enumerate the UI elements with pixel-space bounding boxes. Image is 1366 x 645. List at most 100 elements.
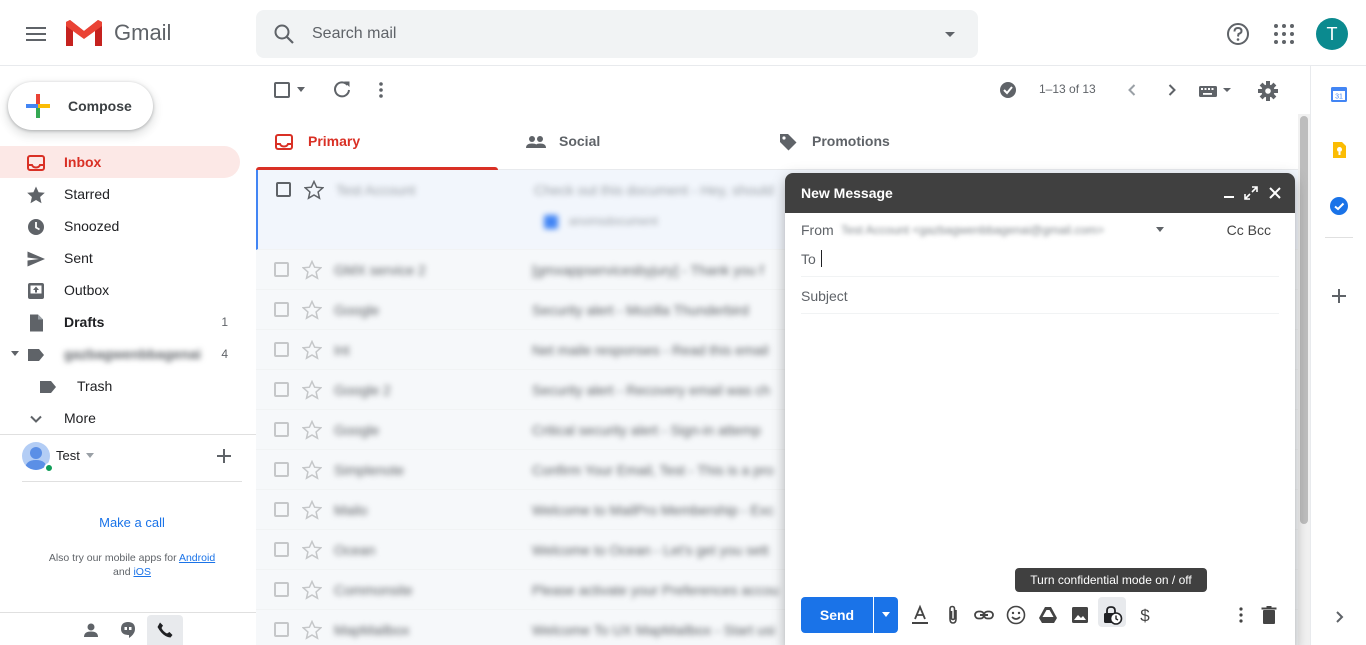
email-subject: [gmxappservicesbyjury] - Thank you f xyxy=(532,262,764,278)
row-checkbox[interactable] xyxy=(274,622,289,637)
star-outline-icon[interactable] xyxy=(302,380,322,400)
star-outline-icon[interactable] xyxy=(302,460,322,480)
tab-promotions[interactable]: Promotions xyxy=(760,114,1002,170)
emoji-icon[interactable] xyxy=(1005,604,1027,626)
sidebar-item-label: Inbox xyxy=(64,154,102,170)
gmail-logo[interactable]: Gmail xyxy=(64,18,171,48)
phone-icon[interactable] xyxy=(156,621,174,639)
star-outline-icon[interactable] xyxy=(302,340,322,360)
hangouts-icon[interactable] xyxy=(119,621,137,639)
chevron-right-icon[interactable] xyxy=(1162,80,1182,100)
sidebar-item-label: gazbagwenbbagenai xyxy=(64,346,201,362)
from-dropdown-icon[interactable] xyxy=(1155,227,1165,233)
sidebar-item-outbox[interactable]: Outbox xyxy=(0,274,240,306)
tab-primary[interactable]: Primary xyxy=(256,114,498,170)
sidebar-item-more[interactable]: More xyxy=(0,402,240,434)
star-outline-icon[interactable] xyxy=(302,260,322,280)
message-body[interactable] xyxy=(801,315,1279,575)
formatting-icon[interactable] xyxy=(909,604,931,626)
more-options-icon[interactable] xyxy=(1230,604,1252,626)
search-input[interactable] xyxy=(312,10,912,58)
email-subject: Welcome to Ocean - Let's get you sett xyxy=(532,542,769,558)
attachment-chip[interactable]: anomsdocument xyxy=(543,210,683,236)
confidential-mode-icon[interactable] xyxy=(1101,604,1123,626)
row-checkbox[interactable] xyxy=(274,262,289,277)
sidebar-item-sent[interactable]: Sent xyxy=(0,242,240,274)
star-outline-icon[interactable] xyxy=(302,300,322,320)
email-sender: MapMailbox xyxy=(334,622,410,638)
refresh-icon[interactable] xyxy=(332,80,352,100)
row-checkbox[interactable] xyxy=(274,422,289,437)
minimize-icon[interactable] xyxy=(1221,185,1237,201)
sidebar-item-drafts[interactable]: Drafts 1 xyxy=(0,306,240,338)
calendar-icon[interactable]: 31 xyxy=(1329,84,1349,104)
attach-file-icon[interactable] xyxy=(942,604,964,626)
hangouts-user[interactable]: Test xyxy=(22,442,242,482)
keyboard-icon[interactable] xyxy=(1198,82,1234,100)
star-outline-icon[interactable] xyxy=(302,540,322,560)
sidebar-item-trash[interactable]: Trash xyxy=(0,370,240,402)
row-checkbox[interactable] xyxy=(274,302,289,317)
main-menu-button[interactable] xyxy=(20,18,52,50)
row-checkbox[interactable] xyxy=(274,502,289,517)
row-checkbox[interactable] xyxy=(274,382,289,397)
insert-photo-icon[interactable] xyxy=(1069,604,1091,626)
more-vert-icon[interactable] xyxy=(373,80,389,100)
make-a-call-link[interactable]: Make a call xyxy=(0,515,264,530)
close-icon[interactable] xyxy=(1267,185,1283,201)
search-options-icon[interactable] xyxy=(940,24,960,44)
select-options-icon[interactable] xyxy=(296,87,306,93)
contacts-icon[interactable] xyxy=(82,621,100,639)
caret-down-icon[interactable] xyxy=(86,453,94,459)
row-checkbox[interactable] xyxy=(274,542,289,557)
star-outline-icon[interactable] xyxy=(302,420,322,440)
send-money-icon[interactable]: $ xyxy=(1134,604,1156,626)
ios-link[interactable]: iOS xyxy=(133,566,151,578)
apps-grid-icon[interactable] xyxy=(1272,22,1296,46)
add-addon-icon[interactable] xyxy=(1329,286,1349,306)
row-checkbox[interactable] xyxy=(274,462,289,477)
fullscreen-icon[interactable] xyxy=(1243,185,1259,201)
select-all-checkbox[interactable] xyxy=(274,82,290,98)
settings-gear-icon[interactable] xyxy=(1257,80,1279,102)
outbox-icon xyxy=(28,283,44,299)
discard-draft-icon[interactable] xyxy=(1258,604,1280,626)
category-tabs: Primary Social Promotions xyxy=(256,114,1298,170)
chevron-left-icon[interactable] xyxy=(1122,80,1142,100)
compose-header[interactable]: New Message xyxy=(785,173,1295,213)
subject-input[interactable] xyxy=(801,278,1279,314)
from-value[interactable]: Test Account <gazbagwenbbagenai@gmail.co… xyxy=(841,223,1104,237)
row-checkbox[interactable] xyxy=(276,182,291,197)
star-outline-icon[interactable] xyxy=(304,180,324,200)
search-icon[interactable] xyxy=(272,22,296,46)
send-button[interactable]: Send xyxy=(801,597,873,633)
tasks-done-icon[interactable] xyxy=(998,80,1018,100)
sidebar-item-inbox[interactable]: Inbox xyxy=(0,146,240,178)
from-label: From xyxy=(801,222,834,238)
keep-icon[interactable] xyxy=(1329,140,1349,160)
sidebar-item-custom-label[interactable]: gazbagwenbbagenai 4 xyxy=(0,338,240,370)
caret-down-icon[interactable] xyxy=(10,350,20,358)
scrollbar-thumb[interactable] xyxy=(1300,116,1308,524)
star-outline-icon[interactable] xyxy=(302,620,322,640)
account-avatar[interactable]: T xyxy=(1316,18,1348,50)
compose-button[interactable]: Compose xyxy=(8,82,153,130)
to-row[interactable]: To xyxy=(801,244,1279,277)
help-icon[interactable] xyxy=(1224,20,1252,48)
insert-link-icon[interactable] xyxy=(973,604,995,626)
add-icon[interactable] xyxy=(216,448,232,464)
list-scrollbar[interactable] xyxy=(1298,114,1310,645)
schedule-send-button[interactable] xyxy=(874,597,898,633)
google-drive-icon[interactable] xyxy=(1037,604,1059,626)
row-checkbox[interactable] xyxy=(274,582,289,597)
tab-social[interactable]: Social xyxy=(507,114,749,170)
android-link[interactable]: Android xyxy=(179,552,215,564)
star-outline-icon[interactable] xyxy=(302,500,322,520)
tasks-icon[interactable] xyxy=(1329,196,1349,216)
cc-bcc-link[interactable]: Cc Bcc xyxy=(1227,222,1271,238)
sidebar-item-snoozed[interactable]: Snoozed xyxy=(0,210,240,242)
star-outline-icon[interactable] xyxy=(302,580,322,600)
row-checkbox[interactable] xyxy=(274,342,289,357)
sidebar-item-starred[interactable]: Starred xyxy=(0,178,240,210)
expand-panel-icon[interactable] xyxy=(1329,607,1349,627)
